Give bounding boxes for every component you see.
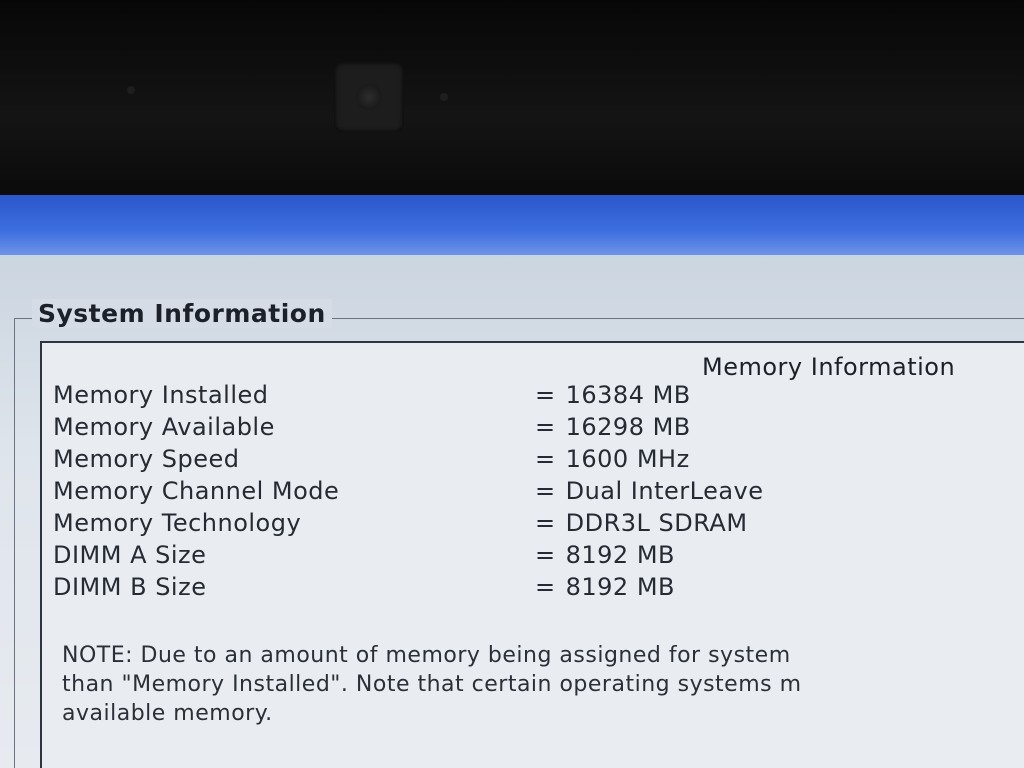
- row-value-wrap: = 8192 MB: [535, 541, 675, 569]
- row-value: 8192 MB: [565, 573, 675, 601]
- row-label: Memory Channel Mode: [53, 477, 340, 505]
- equals-sign: =: [535, 509, 556, 537]
- memory-available-row: Memory Available = 16298 MB: [53, 413, 993, 445]
- row-value-wrap: = DDR3L SDRAM: [535, 509, 748, 537]
- memory-channel-mode-row: Memory Channel Mode = Dual InterLeave: [53, 477, 993, 509]
- row-value: 16298 MB: [565, 413, 691, 441]
- equals-sign: =: [535, 381, 556, 409]
- row-value: 8192 MB: [565, 541, 675, 569]
- memory-technology-row: Memory Technology = DDR3L SDRAM: [53, 509, 993, 541]
- note-line: available memory.: [62, 701, 273, 726]
- webcam-indicator-icon: [440, 93, 448, 101]
- equals-sign: =: [535, 573, 556, 601]
- memory-installed-row: Memory Installed = 16384 MB: [53, 381, 993, 413]
- webcam-icon: [334, 62, 404, 132]
- row-value-wrap: = Dual InterLeave: [535, 477, 764, 505]
- row-label: DIMM A Size: [53, 541, 207, 569]
- laptop-bezel: [0, 0, 1024, 195]
- dimm-b-size-row: DIMM B Size = 8192 MB: [53, 573, 993, 605]
- group-title: System Information: [32, 299, 332, 328]
- row-value-wrap: = 16298 MB: [535, 413, 691, 441]
- note-line: than "Memory Installed". Note that certa…: [62, 672, 802, 697]
- row-value-wrap: = 16384 MB: [535, 381, 691, 409]
- memory-info-list: Memory Installed = 16384 MB Memory Availa…: [53, 381, 993, 605]
- row-label: Memory Available: [53, 413, 275, 441]
- note-line: NOTE: Due to an amount of memory being a…: [62, 643, 791, 668]
- row-label: Memory Technology: [53, 509, 302, 537]
- row-value: 16384 MB: [565, 381, 691, 409]
- row-label: Memory Installed: [53, 381, 269, 409]
- equals-sign: =: [535, 413, 556, 441]
- memory-speed-row: Memory Speed = 1600 MHz: [53, 445, 993, 477]
- equals-sign: =: [535, 541, 556, 569]
- dimm-a-size-row: DIMM A Size = 8192 MB: [53, 541, 993, 573]
- equals-sign: =: [535, 445, 556, 473]
- title-bar: [0, 195, 1024, 255]
- row-label: DIMM B Size: [53, 573, 207, 601]
- row-value: Dual InterLeave: [565, 477, 764, 505]
- webcam-lens: [356, 84, 382, 110]
- row-value-wrap: = 1600 MHz: [535, 445, 690, 473]
- row-value: DDR3L SDRAM: [565, 509, 748, 537]
- equals-sign: =: [535, 477, 556, 505]
- row-value-wrap: = 8192 MB: [535, 573, 675, 601]
- memory-note: NOTE: Due to an amount of memory being a…: [62, 641, 1024, 728]
- microphone-icon: [127, 86, 135, 94]
- panel-heading: Memory Information: [702, 353, 956, 381]
- row-value: 1600 MHz: [565, 445, 690, 473]
- bios-screen: System Information Memory Information Me…: [0, 195, 1024, 768]
- row-label: Memory Speed: [53, 445, 240, 473]
